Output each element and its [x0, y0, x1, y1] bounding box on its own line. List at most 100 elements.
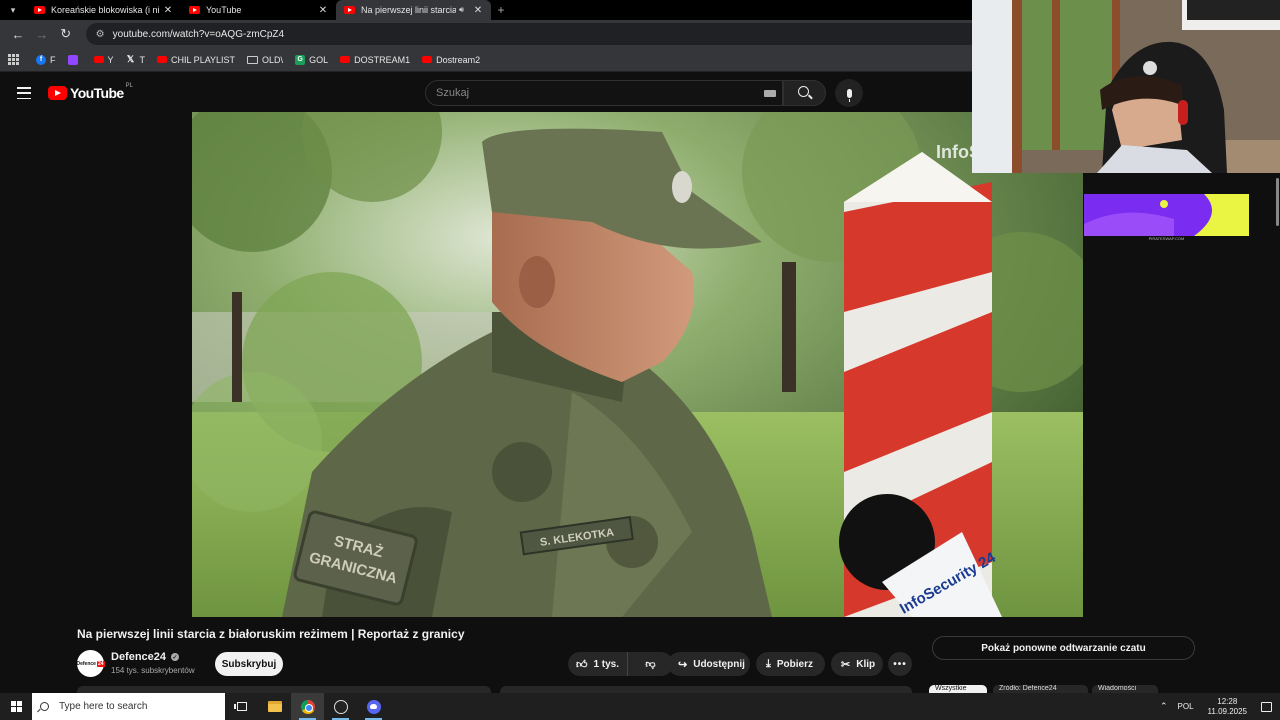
share-arrow-icon: ↪	[678, 658, 688, 671]
voice-search-button[interactable]	[835, 79, 863, 107]
site-info-icon[interactable]: ⚙︎	[96, 29, 105, 40]
ad-graphic	[1084, 194, 1249, 236]
logo-text: YouTube	[70, 85, 124, 101]
verified-check-icon: ✓	[171, 653, 180, 661]
more-dots-icon: •••	[893, 658, 907, 670]
clock-time: 12:28	[1217, 696, 1238, 706]
share-button[interactable]: ↪ Udostępnij	[668, 652, 750, 676]
bookmark-label: T	[139, 54, 146, 65]
search-placeholder: Szukaj	[436, 87, 470, 99]
bookmark-label: CHIL PLAYLIST	[171, 54, 236, 65]
avatar-badge: 24	[96, 660, 105, 667]
tab-korean-blocks[interactable]: Koreańskie blokowiska (i nie tylko) ✕	[26, 0, 181, 20]
bookmark-label: GOL	[309, 54, 329, 65]
video-title: Na pierwszej linii starcia z białoruskim…	[77, 627, 465, 641]
microphone-icon	[846, 88, 852, 102]
bookmark-twitch[interactable]	[67, 54, 82, 65]
bookmark-folder-old[interactable]: OLD\	[247, 55, 283, 65]
apps-grid-icon[interactable]	[8, 53, 20, 66]
youtube-favicon-icon	[189, 6, 200, 14]
clock[interactable]: 12:28 11.09.2025	[1208, 697, 1247, 717]
bookmark-label: OLD\	[262, 54, 284, 65]
country-code: PL	[125, 83, 133, 89]
forward-arrow-icon[interactable]: →	[30, 22, 54, 46]
bookmark-label: DOSTREAM1	[354, 54, 411, 65]
webcam-image	[972, 0, 1280, 173]
thumbs-down-icon: 👎︎	[645, 659, 656, 670]
bookmark-youtube-y[interactable]: Y	[93, 54, 114, 65]
bookmark-gol[interactable]: G GOL	[295, 54, 329, 65]
sidebar-ad-banner[interactable]	[1084, 194, 1249, 236]
bookmark-label: Dostream2	[436, 54, 481, 65]
menu-icon[interactable]	[17, 87, 31, 99]
video-frame-image: STRAŻ GRANICZNA S. KLEKOTKA InfoSecurity…	[192, 112, 1083, 617]
tab-title: YouTube	[206, 5, 242, 15]
video-player[interactable]: STRAŻ GRANICZNA S. KLEKOTKA InfoSecurity…	[192, 112, 1083, 617]
dislike-button[interactable]: 👎︎	[628, 652, 673, 676]
more-actions-button[interactable]: •••	[888, 652, 912, 676]
bookmark-dostream1[interactable]: DOSTREAM1	[340, 55, 410, 65]
system-tray: ⌃ POL 12:28 11.09.2025	[1160, 693, 1280, 720]
download-icon: ⤓	[766, 657, 771, 670]
discord-icon	[366, 699, 381, 714]
reload-icon[interactable]: ↻	[54, 22, 78, 46]
like-button[interactable]: 👍︎ 1 tys.	[568, 652, 628, 676]
subscribe-button[interactable]: Subskrybuj	[215, 652, 283, 676]
close-icon[interactable]: ✕	[318, 5, 328, 16]
thumbs-up-icon: 👍︎	[575, 658, 588, 671]
share-label: Udostępnij	[693, 658, 745, 670]
download-button[interactable]: ⤓ Pobierz	[756, 652, 825, 676]
search-button[interactable]	[783, 80, 826, 106]
like-count: 1 tys.	[593, 658, 620, 670]
clip-label: Klip	[856, 658, 876, 670]
bookmark-facebook[interactable]: fF	[36, 54, 56, 65]
tab-title: Koreańskie blokowiska (i nie tylko)	[51, 5, 159, 15]
youtube-favicon-icon	[344, 6, 355, 14]
bookmark-label: F	[50, 54, 56, 65]
speaker-icon[interactable]: 🔊︎	[459, 5, 469, 15]
file-explorer-button[interactable]	[258, 693, 291, 720]
taskbar-search-placeholder: Type here to search	[59, 701, 148, 712]
keyboard-icon[interactable]	[764, 90, 776, 97]
bookmark-chil-playlist[interactable]: CHIL PLAYLIST	[157, 55, 235, 65]
obs-button[interactable]	[324, 693, 357, 720]
start-button[interactable]	[0, 693, 32, 720]
ad-caption: PIRATESWAP.COM	[1148, 236, 1185, 241]
page-scrollbar[interactable]	[1276, 178, 1279, 226]
close-icon[interactable]: ✕	[473, 5, 483, 16]
youtube-play-icon	[48, 86, 67, 100]
folder-icon	[247, 55, 259, 64]
subscriber-count: 154 tys. subskrybentów	[111, 666, 195, 675]
language-indicator[interactable]: POL	[1178, 702, 1194, 711]
taskbar-search-input[interactable]: Type here to search	[32, 693, 225, 720]
folder-icon	[267, 701, 282, 712]
clip-button[interactable]: ✂ Klip	[831, 652, 883, 676]
discord-button[interactable]	[357, 693, 390, 720]
bookmark-label: Y	[107, 54, 114, 65]
twitch-icon	[67, 54, 78, 65]
close-icon[interactable]: ✕	[163, 5, 173, 16]
tab-youtube[interactable]: YouTube ✕	[181, 0, 336, 20]
webcam-overlay	[972, 0, 1280, 173]
notifications-icon[interactable]	[1261, 701, 1272, 712]
search-icon	[797, 86, 809, 97]
url-text: youtube.com/watch?v=oAQG-zmCpZ4	[112, 28, 285, 40]
show-chat-replay-button[interactable]: Pokaż ponowne odtwarzanie czatu	[932, 636, 1195, 660]
chrome-button[interactable]	[291, 693, 324, 720]
bookmark-x[interactable]: 𝕏T	[126, 54, 146, 65]
tab-search-chevron-icon[interactable]: ▾	[0, 0, 26, 20]
tab-title: Na pierwszej linii starcia z białoruskim	[361, 5, 456, 15]
download-label: Pobierz	[776, 658, 813, 670]
tray-chevron-up-icon[interactable]: ⌃	[1160, 701, 1168, 712]
channel-avatar[interactable]: Defence 24	[77, 650, 105, 677]
new-tab-button[interactable]: +	[491, 3, 511, 17]
task-view-button[interactable]	[225, 693, 258, 720]
youtube-logo[interactable]: YouTube PL	[48, 83, 133, 101]
bookmark-dostream2[interactable]: Dostream2	[422, 55, 480, 65]
back-arrow-icon[interactable]: ←	[6, 22, 30, 46]
search-input[interactable]: Szukaj	[425, 80, 783, 106]
like-dislike-group: 👍︎ 1 tys. 👎︎	[568, 652, 673, 676]
channel-name-link[interactable]: Defence24 ✓	[111, 651, 180, 663]
tab-active-video[interactable]: Na pierwszej linii starcia z białoruskim…	[336, 0, 491, 20]
x-icon: 𝕏	[126, 54, 135, 64]
